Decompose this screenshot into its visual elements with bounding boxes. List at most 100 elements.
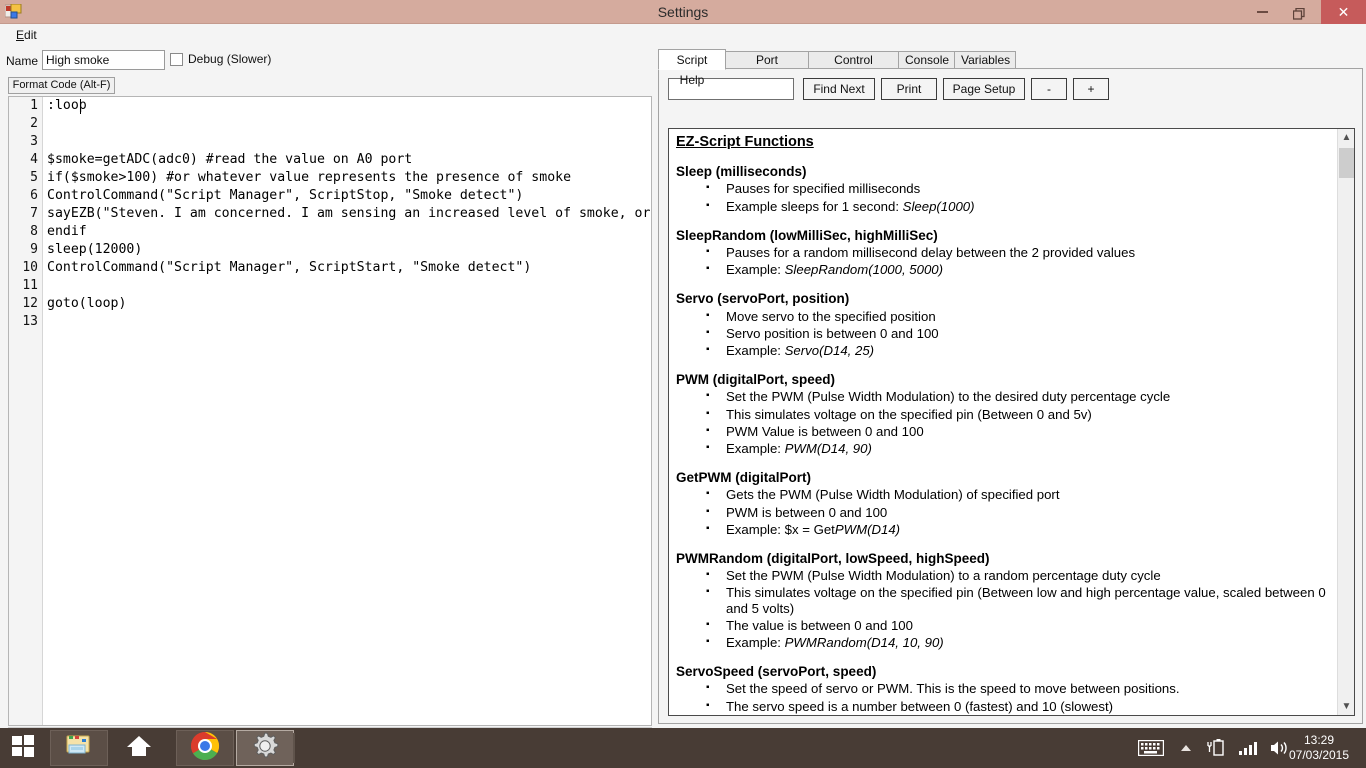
line-number: 13: [9, 313, 42, 331]
help-section-heading: PWM (digitalPort, speed): [676, 372, 1332, 387]
code-line[interactable]: [44, 133, 651, 151]
menu-bar: Edit: [0, 24, 1366, 46]
help-bullet: Set the speed of servo or PWM. This is t…: [704, 681, 1332, 696]
tab-console[interactable]: Console: [898, 51, 955, 69]
code-line[interactable]: $smoke=getADC(adc0) #read the value on A…: [44, 151, 651, 169]
code-text-area[interactable]: :loop $smoke=getADC(adc0) #read the valu…: [44, 97, 651, 725]
help-section-heading: ServoSpeed (servoPort, speed): [676, 664, 1332, 679]
help-section-heading: SleepRandom (lowMilliSec, highMilliSec): [676, 228, 1332, 243]
code-line[interactable]: if($smoke>100) #or whatever value repres…: [44, 169, 651, 187]
start-icon: [11, 734, 35, 763]
clock[interactable]: 13:29 07/03/2015: [1280, 728, 1358, 768]
keyboard-icon[interactable]: [1134, 728, 1168, 768]
help-vertical-scrollbar[interactable]: ▲ ▼: [1337, 129, 1354, 715]
line-number: 1: [9, 97, 42, 115]
code-line[interactable]: sleep(12000): [44, 241, 651, 259]
vscroll-thumb[interactable]: [1339, 148, 1354, 178]
close-button[interactable]: ✕: [1321, 0, 1366, 24]
name-label: Name: [6, 54, 38, 68]
code-line[interactable]: sayEZB("Steven. I am concerned. I am sen…: [44, 205, 651, 223]
help-bullet: Example sleeps for 1 second: Sleep(1000): [704, 199, 1332, 214]
help-bullet: Example: PWM(D14, 90): [704, 441, 1332, 456]
taskbar-item-home[interactable]: [110, 730, 168, 766]
line-number: 8: [9, 223, 42, 241]
help-section-heading: GetPWM (digitalPort): [676, 470, 1332, 485]
line-number: 5: [9, 169, 42, 187]
help-bullet: Example: SleepRandom(1000, 5000): [704, 262, 1332, 277]
code-line[interactable]: [44, 313, 651, 331]
help-bullet-list: Move servo to the specified positionServ…: [676, 309, 1332, 359]
line-number: 9: [9, 241, 42, 259]
help-bullet: Set the PWM (Pulse Width Modulation) to …: [704, 568, 1332, 583]
format-code-button[interactable]: Format Code (Alt-F): [8, 77, 115, 94]
tab-variables[interactable]: Variables: [954, 51, 1016, 69]
help-section-heading: Servo (servoPort, position): [676, 291, 1332, 306]
restore-icon: [1293, 7, 1304, 18]
help-bullet: Pauses for specified milliseconds: [704, 181, 1332, 196]
help-bullet: Gets the PWM (Pulse Width Modulation) of…: [704, 487, 1332, 502]
help-document-box: EZ-Script Functions Sleep (milliseconds)…: [668, 128, 1355, 716]
show-hidden-icons-icon[interactable]: [1174, 728, 1198, 768]
line-number: 7: [9, 205, 42, 223]
help-title: EZ-Script Functions: [676, 135, 1332, 150]
scroll-up-icon[interactable]: ▲: [1338, 129, 1355, 146]
line-number-gutter: 12345678910111213: [9, 97, 43, 725]
close-icon: ✕: [1338, 5, 1350, 19]
help-bullet: Example: PWMRandom(D14, 10, 90): [704, 635, 1332, 650]
code-line[interactable]: ControlCommand("Script Manager", ScriptS…: [44, 187, 651, 205]
help-bullet-list: Gets the PWM (Pulse Width Modulation) of…: [676, 487, 1332, 537]
help-bullet: Example: $x = GetPWM(D14): [704, 522, 1332, 537]
minimize-icon: [1257, 11, 1268, 13]
code-editor[interactable]: 12345678910111213 :loop $smoke=getADC(ad…: [8, 96, 652, 726]
taskbar-item-file-explorer[interactable]: [50, 730, 108, 766]
line-number: 11: [9, 277, 42, 295]
taskbar: 13:29 07/03/2015: [0, 728, 1366, 768]
taskbar-item-chrome[interactable]: [176, 730, 234, 766]
tab-control-details[interactable]: Control Details: [808, 51, 899, 69]
scroll-down-icon[interactable]: ▼: [1338, 698, 1355, 715]
help-bullet-list: Set the speed of servo or PWM. This is t…: [676, 681, 1332, 715]
clock-time: 13:29: [1304, 733, 1334, 748]
taskbar-separator: [293, 733, 295, 763]
script-editor-pane: Name Debug (Slower) Format Code (Alt-F) …: [0, 46, 655, 728]
code-line[interactable]: :loop: [44, 97, 651, 115]
code-line[interactable]: endif: [44, 223, 651, 241]
code-line[interactable]: goto(loop): [44, 295, 651, 313]
settings-window: Settings ✕ Edit Name Debug (Slower) Form…: [0, 0, 1366, 768]
line-number: 12: [9, 295, 42, 313]
tab-strip: Script HelpPort SummaryControl DetailsCo…: [658, 49, 1363, 69]
help-bullet: The value is between 0 and 100: [704, 618, 1332, 633]
battery-icon[interactable]: [1202, 728, 1230, 768]
help-bullet-list: Set the PWM (Pulse Width Modulation) to …: [676, 389, 1332, 456]
line-number: 6: [9, 187, 42, 205]
debug-checkbox[interactable]: [170, 53, 183, 66]
script-help-panel: Find Next Print Page Setup - + EZ-Script…: [658, 68, 1363, 724]
taskbar-item-settings[interactable]: [236, 730, 294, 766]
code-line[interactable]: [44, 115, 651, 133]
help-bullet: This simulates voltage on the specified …: [704, 407, 1332, 422]
help-bullet: Pauses for a random millisecond delay be…: [704, 245, 1332, 260]
help-bullet: Move servo to the specified position: [704, 309, 1332, 324]
tab-script-help[interactable]: Script Help: [658, 49, 726, 70]
script-name-input[interactable]: [42, 50, 165, 70]
zoom-out-button[interactable]: -: [1031, 78, 1067, 100]
help-bullet: Example: Servo(D14, 25): [704, 343, 1332, 358]
debug-label: Debug (Slower): [188, 52, 271, 66]
title-bar: Settings ✕: [0, 0, 1366, 24]
clock-date: 07/03/2015: [1289, 748, 1349, 763]
zoom-in-button[interactable]: +: [1073, 78, 1109, 100]
maximize-button[interactable]: [1276, 0, 1321, 24]
menu-item-edit[interactable]: Edit: [12, 27, 41, 43]
page-setup-button[interactable]: Page Setup: [943, 78, 1025, 100]
code-line[interactable]: [44, 277, 651, 295]
help-bullet-list: Pauses for specified milliseconds Example…: [676, 181, 1332, 213]
code-line[interactable]: ControlCommand("Script Manager", ScriptS…: [44, 259, 651, 277]
line-number: 10: [9, 259, 42, 277]
tab-port-summary[interactable]: Port Summary: [725, 51, 809, 69]
network-signal-icon[interactable]: [1234, 728, 1262, 768]
print-button[interactable]: Print: [881, 78, 937, 100]
start-button[interactable]: [0, 728, 46, 768]
find-next-button[interactable]: Find Next: [803, 78, 875, 100]
line-number: 2: [9, 115, 42, 133]
help-document: EZ-Script Functions Sleep (milliseconds)…: [669, 129, 1338, 715]
